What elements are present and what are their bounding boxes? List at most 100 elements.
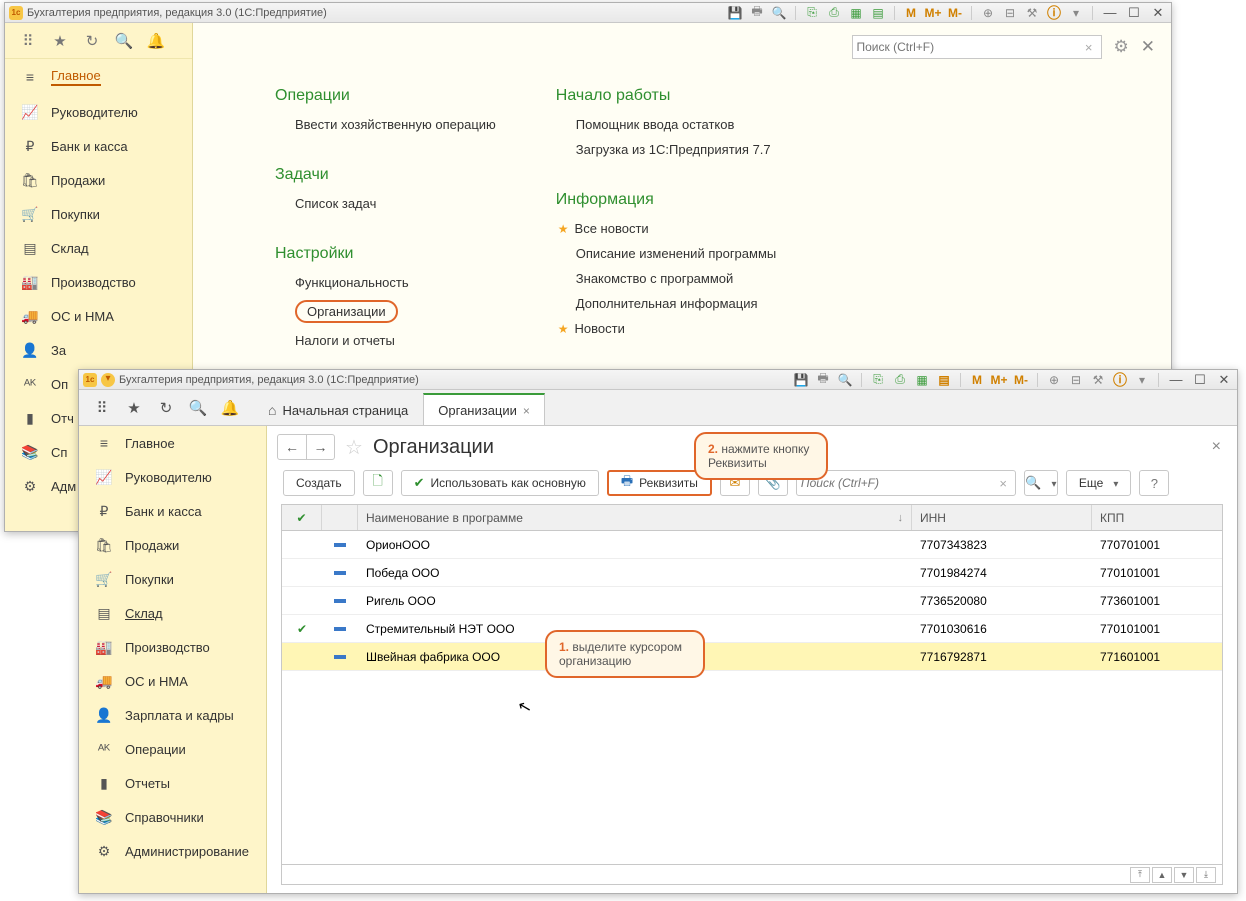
- apps-icon[interactable]: ⠿: [93, 399, 111, 417]
- bell-icon[interactable]: 🔔: [221, 399, 239, 417]
- close-page-button[interactable]: ×: [1212, 438, 1221, 456]
- gear-icon[interactable]: ⚙: [1114, 37, 1129, 57]
- col-inn[interactable]: ИНН: [912, 505, 1092, 530]
- grid-bottom-button[interactable]: ⤓: [1196, 867, 1216, 883]
- save-icon[interactable]: 💾: [727, 5, 743, 21]
- start-link-Дополнительная информация[interactable]: Дополнительная информация: [576, 296, 776, 311]
- apps-icon[interactable]: ⠿: [19, 32, 37, 50]
- table-row[interactable]: ✔ Стремительный НЭТ ООО 7701030616 77010…: [282, 615, 1222, 643]
- grid-top-button[interactable]: ⤒: [1130, 867, 1150, 883]
- sidebar-item-ОС и НМА[interactable]: 🚚 ОС и НМА: [79, 664, 266, 698]
- start-link-Функциональность[interactable]: Функциональность: [295, 275, 496, 290]
- nav-back-button[interactable]: ←: [278, 435, 306, 459]
- start-search-input[interactable]: [857, 40, 1081, 54]
- use-main-button[interactable]: ✔Использовать как основную: [401, 470, 599, 496]
- help-button[interactable]: ?: [1139, 470, 1169, 496]
- search-menu-button[interactable]: 🔍: [1024, 470, 1058, 496]
- preview-icon[interactable]: 🔍: [771, 5, 787, 21]
- close-button[interactable]: ✕: [1149, 5, 1167, 21]
- maximize-button[interactable]: ☐: [1125, 5, 1143, 21]
- tab-home[interactable]: ⌂ Начальная страница: [253, 393, 423, 425]
- sidebar-item-Продажи[interactable]: 🛍 Продажи: [5, 163, 192, 197]
- table-row[interactable]: Победа ООО 7701984274 770101001: [282, 559, 1222, 587]
- star-icon[interactable]: ★: [51, 32, 69, 50]
- sidebar-item-Банк и касса[interactable]: ₽ Банк и касса: [5, 129, 192, 163]
- calendar-icon[interactable]: ▤: [870, 5, 886, 21]
- start-link-Организации[interactable]: Организации: [295, 300, 496, 323]
- mem-minus-icon[interactable]: M-: [947, 5, 963, 21]
- minimize-button[interactable]: —: [1101, 5, 1119, 21]
- sidebar-item-Производство[interactable]: 🏭 Производство: [5, 265, 192, 299]
- doc-icon[interactable]: ⎘: [804, 5, 820, 21]
- more-button[interactable]: Еще: [1066, 470, 1131, 496]
- sidebar-item-Справочники[interactable]: 📚 Справочники: [79, 800, 266, 834]
- sidebar-item-ОС и НМА[interactable]: 🚚 ОС и НМА: [5, 299, 192, 333]
- search-icon[interactable]: 🔍: [189, 399, 207, 417]
- sidebar-item-Зарплата и кадры[interactable]: 👤 Зарплата и кадры: [79, 698, 266, 732]
- close-page-icon[interactable]: ✕: [1141, 37, 1155, 57]
- dropdown-icon[interactable]: ▾: [1134, 372, 1150, 388]
- history-icon[interactable]: ↻: [83, 32, 101, 50]
- mem-plus-icon[interactable]: M+: [925, 5, 941, 21]
- start-link-Ввести хозяйственную операцию[interactable]: Ввести хозяйственную операцию: [295, 117, 496, 132]
- sidebar-item-Руководителю[interactable]: 📈 Руководителю: [5, 95, 192, 129]
- sidebar-item-Банк и касса[interactable]: ₽ Банк и касса: [79, 494, 266, 528]
- start-link-Список задач[interactable]: Список задач: [295, 196, 496, 211]
- tab-organizations[interactable]: Организации ×: [423, 393, 545, 425]
- tool-icon[interactable]: ⚒: [1024, 5, 1040, 21]
- zoom-out-icon[interactable]: ⊟: [1068, 372, 1084, 388]
- toolbar-search-input[interactable]: [801, 476, 995, 490]
- create-button[interactable]: Создать: [283, 470, 355, 496]
- sidebar-item-Производство[interactable]: 🏭 Производство: [79, 630, 266, 664]
- mem-icon[interactable]: M: [903, 5, 919, 21]
- info-icon[interactable]: ⓘ: [1046, 5, 1062, 21]
- table-row[interactable]: ОрионООО 7707343823 770701001: [282, 531, 1222, 559]
- sidebar-item-Покупки[interactable]: 🛒 Покупки: [79, 562, 266, 596]
- sidebar-item-Руководителю[interactable]: 📈 Руководителю: [79, 460, 266, 494]
- sidebar-item-Операции[interactable]: ᴬᴷ Операции: [79, 732, 266, 766]
- info-icon[interactable]: ⓘ: [1112, 372, 1128, 388]
- copy-button[interactable]: 🗋: [363, 470, 393, 496]
- calc-icon[interactable]: ▦: [914, 372, 930, 388]
- sidebar-item-Главное[interactable]: ≡ Главное: [79, 426, 266, 460]
- start-link-Налоги и отчеты[interactable]: Налоги и отчеты: [295, 333, 496, 348]
- mem-minus-icon[interactable]: M-: [1013, 372, 1029, 388]
- tab-close-icon[interactable]: ×: [523, 404, 530, 418]
- mem-icon[interactable]: M: [969, 372, 985, 388]
- zoom-in-icon[interactable]: ⊕: [1046, 372, 1062, 388]
- sidebar-item-Администрирование[interactable]: ⚙ Администрирование: [79, 834, 266, 868]
- history-icon[interactable]: ↻: [157, 399, 175, 417]
- clear-icon[interactable]: ×: [995, 476, 1011, 491]
- star-icon[interactable]: ★: [125, 399, 143, 417]
- start-link-Загрузка из 1С:Предприятия 7.7[interactable]: Загрузка из 1С:Предприятия 7.7: [576, 142, 776, 157]
- minimize-button[interactable]: —: [1167, 372, 1185, 388]
- mem-plus-icon[interactable]: M+: [991, 372, 1007, 388]
- sidebar-item-Склад[interactable]: ▤ Склад: [5, 231, 192, 265]
- print-icon[interactable]: 🖶: [815, 372, 831, 388]
- zoom-out-icon[interactable]: ⊟: [1002, 5, 1018, 21]
- table-row[interactable]: Ригель ООО 7736520080 773601001: [282, 587, 1222, 615]
- tool-icon[interactable]: ⚒: [1090, 372, 1106, 388]
- start-link-Знакомство с программой[interactable]: Знакомство с программой: [576, 271, 776, 286]
- grid-up-button[interactable]: ▲: [1152, 867, 1172, 883]
- start-search-box[interactable]: ×: [852, 35, 1102, 59]
- start-link-Все новости[interactable]: Все новости: [576, 221, 776, 236]
- compare-icon[interactable]: ⎙: [892, 372, 908, 388]
- sidebar-item-Склад[interactable]: ▤ Склад: [79, 596, 266, 630]
- doc-icon[interactable]: ⎘: [870, 372, 886, 388]
- calendar-icon[interactable]: ▤: [936, 372, 952, 388]
- start-link-Описание изменений программы[interactable]: Описание изменений программы: [576, 246, 776, 261]
- sidebar-item-Покупки[interactable]: 🛒 Покупки: [5, 197, 192, 231]
- bell-icon[interactable]: 🔔: [147, 32, 165, 50]
- close-button[interactable]: ✕: [1215, 372, 1233, 388]
- col-check[interactable]: ✔: [282, 505, 322, 530]
- grid-down-button[interactable]: ▼: [1174, 867, 1194, 883]
- save-icon[interactable]: 💾: [793, 372, 809, 388]
- app-menu-icon[interactable]: ▾: [101, 373, 115, 387]
- preview-icon[interactable]: 🔍: [837, 372, 853, 388]
- search-icon[interactable]: 🔍: [115, 32, 133, 50]
- dropdown-icon[interactable]: ▾: [1068, 5, 1084, 21]
- print-icon[interactable]: 🖶: [749, 5, 765, 21]
- start-link-Помощник ввода остатков[interactable]: Помощник ввода остатков: [576, 117, 776, 132]
- maximize-button[interactable]: ☐: [1191, 372, 1209, 388]
